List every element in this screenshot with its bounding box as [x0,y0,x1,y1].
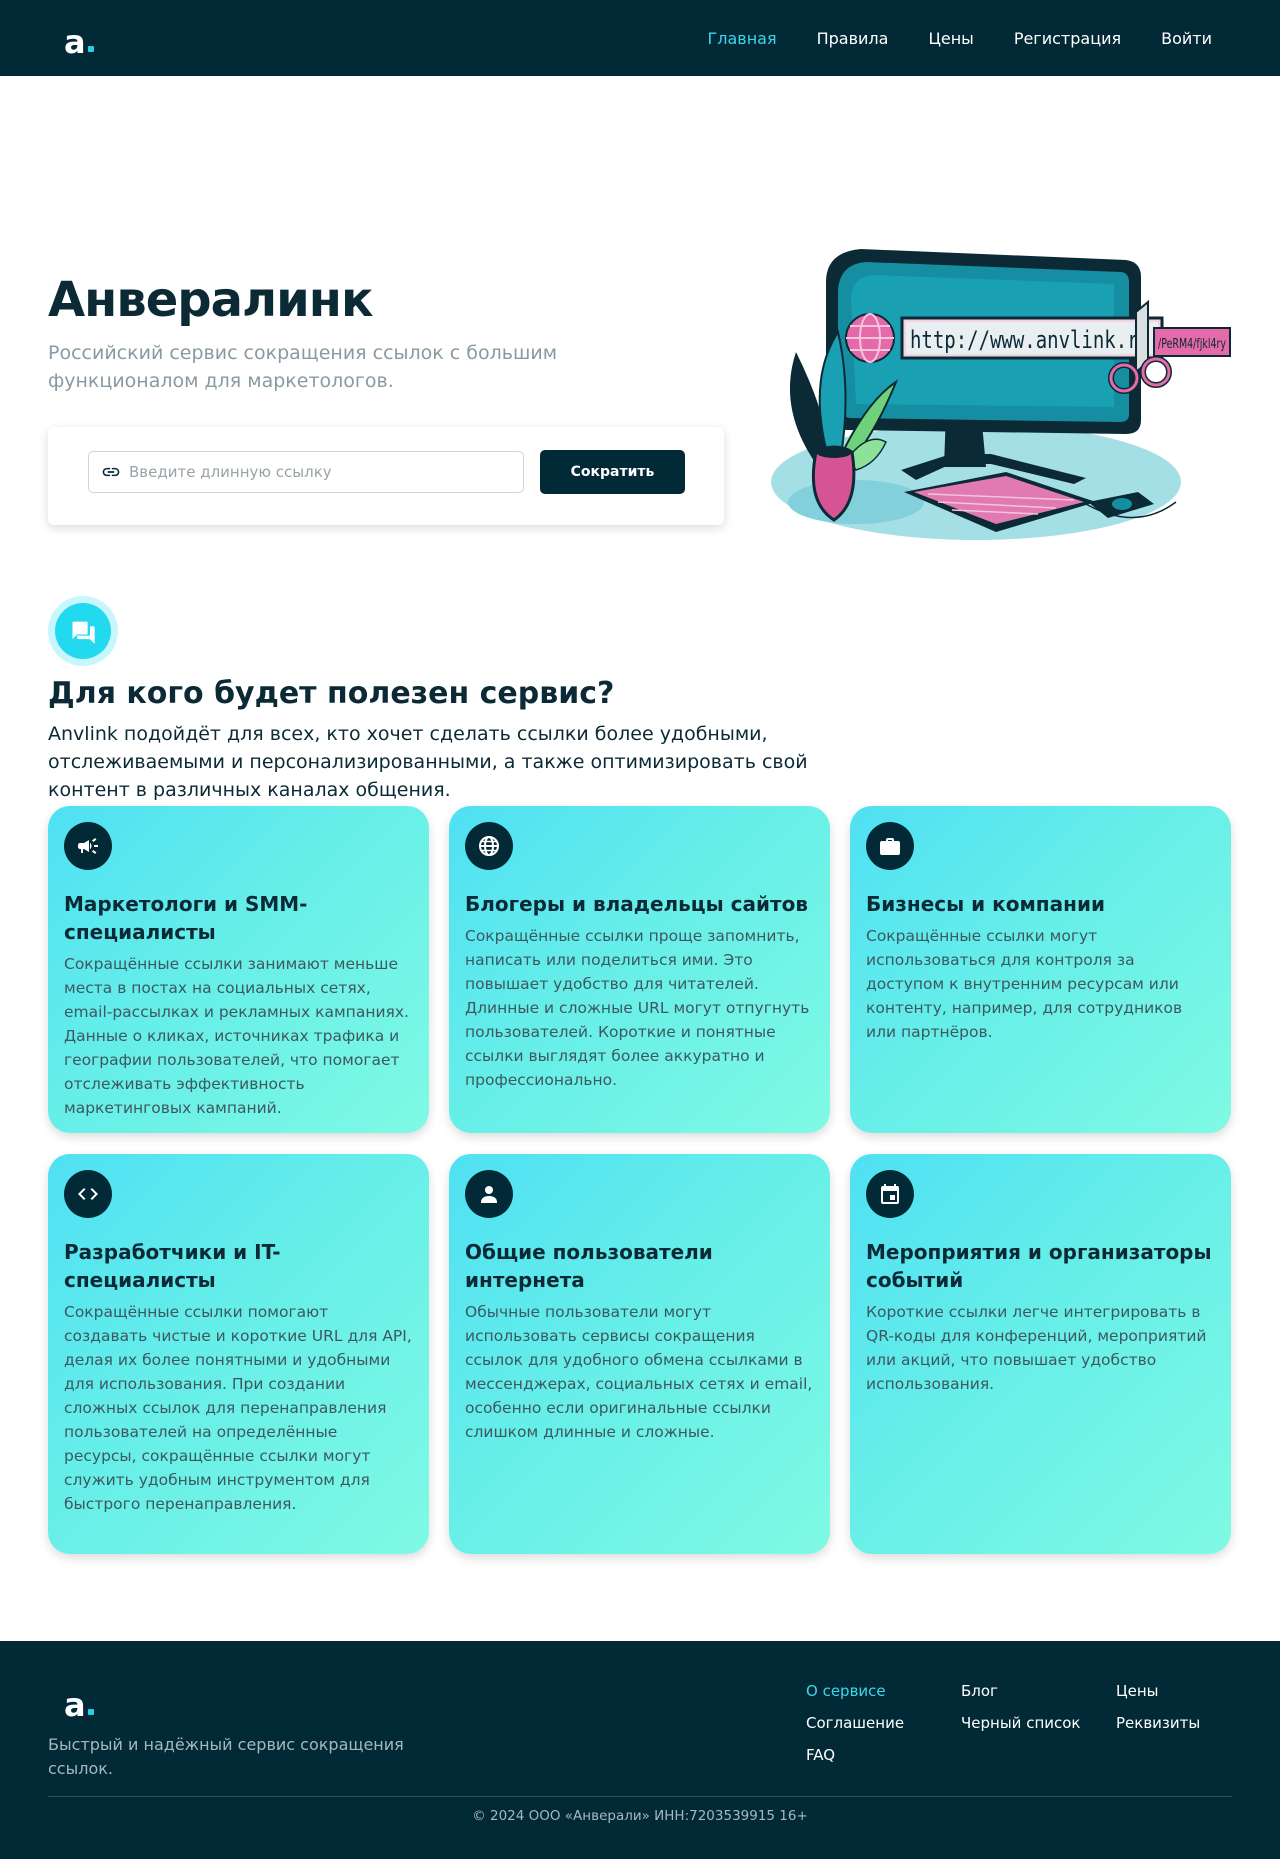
audience-card-users: Общие пользователи интернета Обычные пол… [449,1154,830,1554]
card-text: Сокращённые ссылки занимают меньше места… [64,955,409,1117]
url-input-wrapper[interactable] [88,451,524,493]
logo[interactable]: a [64,18,94,58]
footer-link-agreement[interactable]: Соглашение [806,1711,961,1735]
card-text: Сокращённые ссылки проще запомнить, напи… [465,927,810,1089]
card-title: Общие пользователи интернета [465,1240,713,1292]
nav-home[interactable]: Главная [687,21,796,56]
card-title: Мероприятия и организаторы событий [866,1240,1212,1292]
logo-dot [87,46,94,52]
logo-letter: a [64,23,86,61]
footer-description: Быстрый и надёжный сервис сокращения ссы… [48,1735,404,1778]
calendar-icon [881,1184,899,1204]
hero-section: Анвералинк Российский сервис сокращения … [0,76,1280,596]
card-text: Сокращённые ссылки могут использоваться … [866,927,1183,1041]
audience-card-business: Бизнесы и компании Сокращённые ссылки мо… [850,806,1231,1133]
card-title: Маркетологи и SMM-специалисты [64,892,308,944]
top-navbar: a Главная Правила Цены Регистрация Войти [0,0,1280,76]
card-text: Короткие ссылки легче интегрировать в QR… [866,1303,1207,1393]
card-text: Обычные пользователи могут использовать … [465,1303,813,1441]
footer-link-blacklist[interactable]: Черный список [961,1711,1116,1735]
footer: a Быстрый и надёжный сервис сокращения с… [0,1641,1280,1859]
logo-letter: a [64,1686,86,1724]
card-title: Блогеры и владельцы сайтов [465,892,809,916]
card-title: Разработчики и IT-специалисты [64,1240,281,1292]
footer-links: О сервисе Блог Цены Соглашение Черный сп… [806,1679,1236,1767]
illustration-url-suffix: /PeRM4/fjkl4ry [1158,337,1226,352]
code-icon [78,1188,98,1200]
section-title: Для кого будет полезен сервис? [48,676,615,711]
audience-card-marketers: Маркетологи и SMM-специалисты Сокращённы… [48,806,429,1133]
audience-card-events: Мероприятия и организаторы событий Корот… [850,1154,1231,1554]
nav-register[interactable]: Регистрация [994,21,1141,56]
hero-title: Анвералинк [48,272,374,328]
nav-login[interactable]: Войти [1141,21,1232,56]
url-input[interactable] [129,463,509,481]
footer-link-blog[interactable]: Блог [961,1679,1116,1703]
footer-link-about[interactable]: О сервисе [806,1679,961,1703]
card-text: Сокращённые ссылки помогают создавать чи… [64,1303,412,1513]
footer-link-prices[interactable]: Цены [1116,1679,1236,1703]
nav-rules[interactable]: Правила [797,21,909,56]
footer-link-faq[interactable]: FAQ [806,1743,961,1767]
footer-link-requisites[interactable]: Реквизиты [1116,1711,1236,1735]
main-nav: Главная Правила Цены Регистрация Войти [687,21,1232,56]
audience-card-developers: Разработчики и IT-специалисты Сокращённы… [48,1154,429,1554]
briefcase-icon [880,838,900,855]
user-icon [481,1186,497,1203]
computer-illustration: http://www.anvlink.ru /PeRM4/fjkl4ry [771,249,1231,540]
hero-subtitle: Российский сервис сокращения ссылок с бо… [48,342,558,392]
footer-logo[interactable]: a [64,1681,94,1721]
card-title: Бизнесы и компании [866,892,1105,916]
megaphone-icon [78,838,98,854]
chat-icon [72,621,95,644]
nav-prices[interactable]: Цены [908,21,993,56]
chat-badge [48,596,118,666]
shorten-button[interactable]: Сократить [540,450,685,494]
shorten-form: Сократить [48,427,724,525]
illustration-url-text: http://www.anvlink.ru [910,326,1150,354]
footer-divider [48,1796,1232,1797]
globe-icon [479,836,499,856]
audience-cards: Маркетологи и SMM-специалисты Сокращённы… [48,806,1232,1554]
link-icon [102,467,120,477]
section-description: Anvlink подойдёт для всех, кто хочет сде… [48,723,808,801]
copyright: © 2024 ООО «Анверали» ИНН:7203539915 16+ [472,1808,808,1824]
logo-dot [87,1709,94,1715]
audience-card-bloggers: Блогеры и владельцы сайтов Сокращённые с… [449,806,830,1133]
audience-section: Для кого будет полезен сервис? Anvlink п… [0,596,1280,1641]
